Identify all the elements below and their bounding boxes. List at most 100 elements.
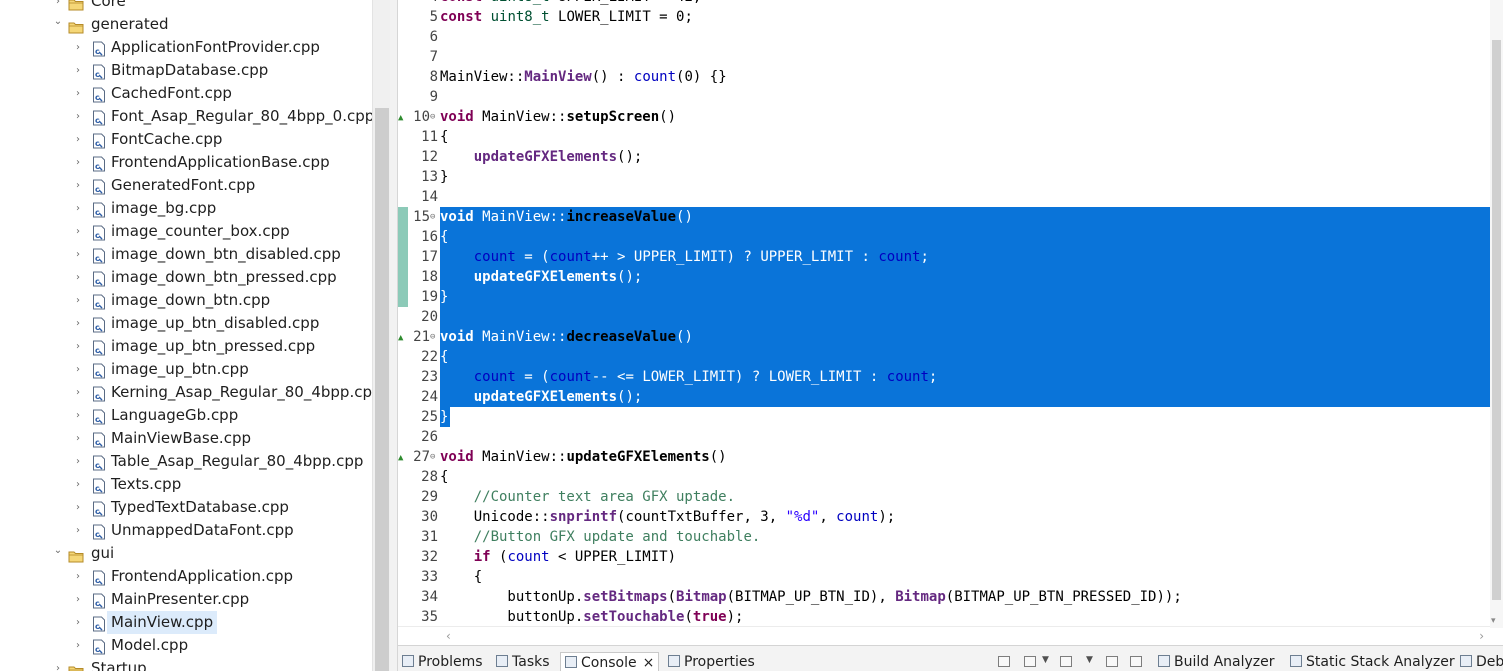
chevron-right-icon[interactable]: › — [72, 128, 84, 151]
code-line[interactable]: 16{ — [398, 227, 1490, 247]
pin-console-icon[interactable] — [1060, 656, 1072, 667]
code-line[interactable]: 9 — [398, 87, 1490, 107]
chevron-down-icon[interactable]: ⌄ — [52, 542, 64, 565]
code-line[interactable]: 18 updateGFXElements(); — [398, 267, 1490, 287]
chevron-right-icon[interactable]: › — [72, 59, 84, 82]
code-line[interactable]: 23 count = (count-- <= LOWER_LIMIT) ? LO… — [398, 367, 1490, 387]
maximize-view-icon[interactable] — [1130, 656, 1142, 667]
scroll-left-icon[interactable]: ‹ — [446, 629, 451, 643]
tree-file-item[interactable]: › c CachedFont.cpp — [0, 82, 372, 105]
code-line[interactable]: ▲ 10 ⊖ void MainView::setupScreen() — [398, 107, 1490, 127]
chevron-right-icon[interactable]: › — [72, 289, 84, 312]
code-line[interactable]: 26 — [398, 427, 1490, 447]
code-line[interactable]: 33 { — [398, 567, 1490, 587]
chevron-right-icon[interactable]: › — [72, 427, 84, 450]
code-line[interactable]: 32 if (count < UPPER_LIMIT) — [398, 547, 1490, 567]
chevron-right-icon[interactable]: › — [72, 105, 84, 128]
tree-file-item[interactable]: › c MainView.cpp — [0, 611, 372, 634]
fold-toggle-icon[interactable]: ⊖ — [430, 327, 440, 347]
tree-file-item[interactable]: › c FrontendApplication.cpp — [0, 565, 372, 588]
code-line[interactable]: 29 //Counter text area GFX uptade. — [398, 487, 1490, 507]
fold-toggle-icon[interactable]: ⊖ — [430, 107, 440, 127]
code-line[interactable]: 11{ — [398, 127, 1490, 147]
view-menu-icon[interactable]: ▼ — [1086, 655, 1093, 665]
code-line[interactable]: 34 buttonUp.setBitmaps(Bitmap(BITMAP_UP_… — [398, 587, 1490, 607]
code-line[interactable]: 31 //Button GFX update and touchable. — [398, 527, 1490, 547]
code-line[interactable]: 30 Unicode::snprintf(countTxtBuffer, 3, … — [398, 507, 1490, 527]
chevron-right-icon[interactable]: › — [72, 220, 84, 243]
chevron-right-icon[interactable]: › — [72, 588, 84, 611]
chevron-right-icon[interactable]: › — [72, 243, 84, 266]
tree-file-item[interactable]: › c ApplicationFontProvider.cpp — [0, 36, 372, 59]
tree-file-item[interactable]: › c Model.cpp — [0, 634, 372, 657]
code-line[interactable]: 17 count = (count++ > UPPER_LIMIT) ? UPP… — [398, 247, 1490, 267]
code-line[interactable]: 35 buttonUp.setTouchable(true); — [398, 607, 1490, 627]
tree-file-item[interactable]: › c Table_Asap_Regular_80_4bpp.cpp — [0, 450, 372, 473]
tree-file-item[interactable]: › c image_up_btn_pressed.cpp — [0, 335, 372, 358]
chevron-right-icon[interactable]: › — [72, 565, 84, 588]
chevron-right-icon[interactable]: › — [72, 174, 84, 197]
chevron-right-icon[interactable]: › — [72, 36, 84, 59]
tab-deb[interactable]: Deb — [1460, 652, 1503, 671]
tree-folder-core[interactable]: › Core — [0, 0, 372, 13]
tree-file-item[interactable]: › c image_down_btn_pressed.cpp — [0, 266, 372, 289]
chevron-down-icon[interactable]: ⌄ — [52, 13, 64, 36]
chevron-right-icon[interactable]: › — [72, 312, 84, 335]
tree-file-item[interactable]: › c BitmapDatabase.cpp — [0, 59, 372, 82]
chevron-right-icon[interactable]: › — [72, 82, 84, 105]
tab-properties[interactable]: Properties — [668, 652, 755, 671]
code-line[interactable]: 6 — [398, 27, 1490, 47]
panel-divider[interactable] — [390, 0, 398, 671]
code-line[interactable]: 15 ⊖ void MainView::increaseValue() — [398, 207, 1490, 227]
fold-toggle-icon[interactable]: ⊖ — [430, 207, 440, 227]
code-line[interactable]: 28{ — [398, 467, 1490, 487]
chevron-right-icon[interactable]: › — [52, 657, 64, 671]
tree-folder-gui[interactable]: ⌄ gui — [0, 542, 372, 565]
tree-file-item[interactable]: › c GeneratedFont.cpp — [0, 174, 372, 197]
code-line[interactable]: 12 updateGFXElements(); — [398, 147, 1490, 167]
tree-file-item[interactable]: › c FrontendApplicationBase.cpp — [0, 151, 372, 174]
close-icon[interactable]: × — [643, 655, 655, 671]
tree-file-item[interactable]: › c LanguageGb.cpp — [0, 404, 372, 427]
editor-scroll-thumb[interactable] — [1492, 40, 1501, 600]
tree-file-item[interactable]: › c Kerning_Asap_Regular_80_4bpp.cpp — [0, 381, 372, 404]
chevron-right-icon[interactable]: › — [72, 335, 84, 358]
tree-file-item[interactable]: › c Font_Asap_Regular_80_4bpp_0.cpp — [0, 105, 372, 128]
scroll-down-icon[interactable]: ▾ — [1491, 616, 1496, 626]
chevron-right-icon[interactable]: › — [72, 151, 84, 174]
tab-problems[interactable]: Problems — [402, 652, 483, 671]
console-dropdown-icon[interactable]: ▼ — [1042, 655, 1049, 665]
chevron-right-icon[interactable]: › — [72, 197, 84, 220]
code-line[interactable]: 14 — [398, 187, 1490, 207]
chevron-right-icon[interactable]: › — [72, 404, 84, 427]
tree-file-item[interactable]: › c image_up_btn.cpp — [0, 358, 372, 381]
chevron-right-icon[interactable]: › — [72, 450, 84, 473]
minimize-view-icon[interactable] — [1106, 656, 1118, 667]
tree-file-item[interactable]: › c image_up_btn_disabled.cpp — [0, 312, 372, 335]
code-line[interactable]: ▲ 27 ⊖ void MainView::updateGFXElements() — [398, 447, 1490, 467]
editor-vertical-scrollbar[interactable]: ▾ — [1490, 0, 1503, 628]
code-line[interactable]: 4const uint8_t UPPER_LIMIT = 42; — [398, 0, 1490, 7]
code-editor[interactable]: 4const uint8_t UPPER_LIMIT = 42;5const u… — [398, 0, 1503, 645]
code-line[interactable]: 22{ — [398, 347, 1490, 367]
code-line[interactable]: 25} — [398, 407, 1490, 427]
tab-console[interactable]: Console × — [560, 652, 660, 671]
tree-file-item[interactable]: › c image_down_btn_disabled.cpp — [0, 243, 372, 266]
tree-file-item[interactable]: › c image_bg.cpp — [0, 197, 372, 220]
chevron-right-icon[interactable]: › — [72, 266, 84, 289]
fold-toggle-icon[interactable]: ⊖ — [430, 447, 440, 467]
tree-file-item[interactable]: › c UnmappedDataFont.cpp — [0, 519, 372, 542]
tab-tasks[interactable]: Tasks — [496, 652, 550, 671]
open-console-icon[interactable] — [1024, 656, 1036, 667]
code-line[interactable]: 20 — [398, 307, 1490, 327]
scroll-right-icon[interactable]: › — [1479, 629, 1484, 643]
tab-build-analyzer[interactable]: Build Analyzer — [1158, 652, 1275, 671]
tree-file-item[interactable]: › c image_counter_box.cpp — [0, 220, 372, 243]
chevron-right-icon[interactable]: › — [72, 634, 84, 657]
code-line[interactable]: ▲ 21 ⊖ void MainView::decreaseValue() — [398, 327, 1490, 347]
code-line[interactable]: 19} — [398, 287, 1490, 307]
tree-folder-startup[interactable]: › Startup — [0, 657, 372, 671]
tree-file-item[interactable]: › c MainPresenter.cpp — [0, 588, 372, 611]
code-line[interactable]: 8 MainView::MainView() : count(0) {} — [398, 67, 1490, 87]
editor-horizontal-scrollbar[interactable]: ‹ › — [398, 626, 1490, 645]
